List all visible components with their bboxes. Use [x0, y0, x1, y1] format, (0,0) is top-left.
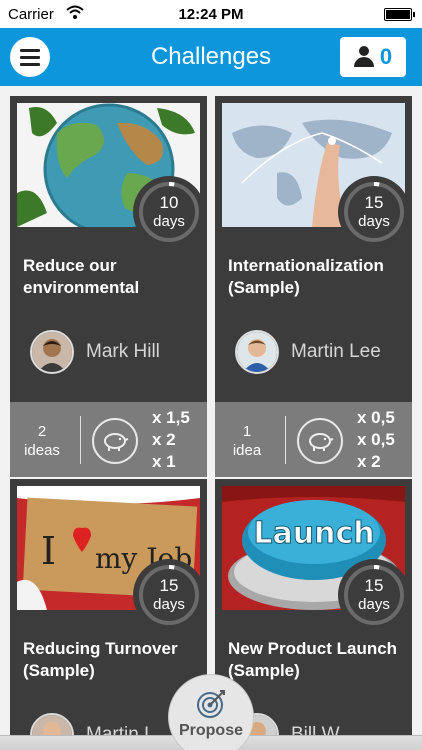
launch-button-text: Launch	[253, 516, 374, 551]
battery-icon	[384, 8, 415, 21]
piggy-bank-icon	[92, 418, 138, 464]
challenge-title: New Product Launch (Sample)	[228, 639, 398, 680]
days-label: days	[153, 213, 185, 230]
challenge-card[interactable]: 15 days Internationalization (Sample) Ma…	[215, 96, 412, 477]
days-count: 15	[159, 576, 179, 595]
days-remaining-ring: 10 days	[133, 176, 205, 248]
nav-bar: Challenges 0	[0, 28, 422, 86]
days-remaining-ring: 15 days	[338, 176, 410, 248]
challenge-stats: 1 idea x 0,5 x 0,5 x 2	[215, 402, 412, 477]
days-label: days	[358, 596, 390, 613]
days-count: 10	[159, 193, 179, 212]
clock: 12:24 PM	[178, 6, 244, 23]
reward-multipliers: x 0,5 x 0,5 x 2	[357, 408, 395, 471]
avatar	[30, 330, 74, 374]
divider	[285, 416, 286, 464]
propose-button[interactable]: Propose	[168, 674, 254, 750]
user-count: 0	[379, 44, 393, 69]
user-count-button[interactable]: 0	[340, 37, 406, 77]
days-label: days	[358, 213, 390, 230]
owner-name: Martin Lee	[291, 341, 381, 362]
divider	[80, 416, 81, 464]
sign-text-i: I	[41, 529, 56, 573]
challenge-owner: Martin Lee	[235, 330, 381, 374]
days-label: days	[153, 596, 185, 613]
days-remaining-ring: 15 days	[133, 559, 205, 631]
challenge-owner: Mark Hill	[30, 330, 160, 374]
challenge-stats: 2 ideas x 1,5 x 2 x 1	[10, 402, 207, 477]
days-count: 15	[364, 576, 384, 595]
days-remaining-ring: 15 days	[338, 559, 410, 631]
status-bar: Carrier 12:24 PM	[0, 0, 422, 28]
challenge-title: Reduce our environmental	[23, 256, 140, 297]
avatar	[235, 330, 279, 374]
ideas-count: 2 ideas	[24, 423, 60, 459]
days-count: 15	[364, 193, 384, 212]
challenge-card[interactable]: 10 days Reduce our environmental Mark Hi…	[10, 96, 207, 477]
challenge-grid: 10 days Reduce our environmental Mark Hi…	[0, 86, 422, 750]
piggy-bank-icon	[297, 418, 343, 464]
propose-label: Propose	[178, 722, 243, 739]
target-icon	[197, 690, 225, 718]
owner-name: Mark Hill	[86, 341, 160, 362]
challenge-title: Reducing Turnover (Sample)	[23, 639, 178, 680]
challenge-title: Internationalization (Sample)	[228, 256, 384, 297]
ideas-count: 1 idea	[232, 423, 262, 459]
reward-multipliers: x 1,5 x 2 x 1	[152, 408, 190, 471]
user-icon	[353, 46, 374, 68]
